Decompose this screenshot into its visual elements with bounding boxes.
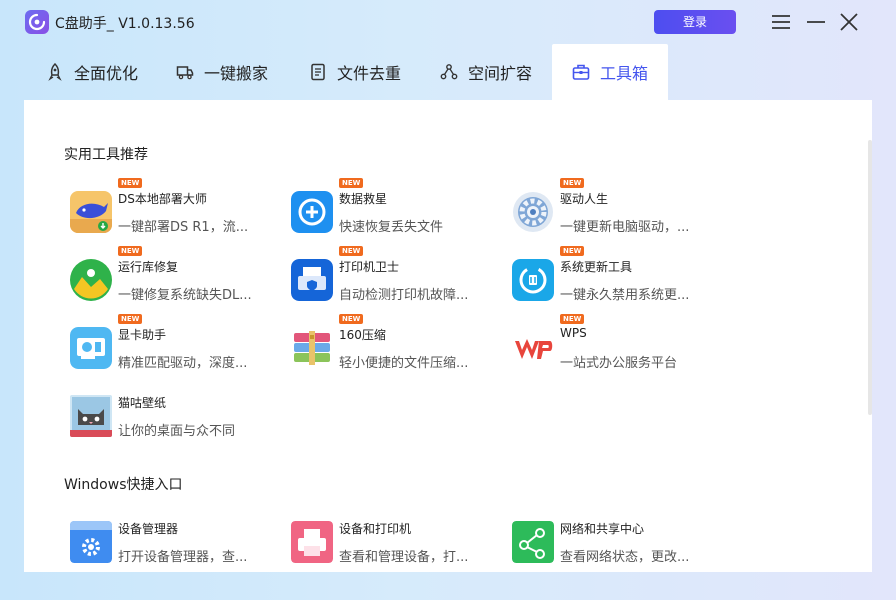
tab-optimize[interactable]: 全面优化 <box>46 44 138 100</box>
wps-icon <box>512 327 554 369</box>
tool-desc: 自动检测打印机故障... <box>339 288 469 303</box>
win-network-share[interactable]: 网络和共享中心 查看网络状态，更改... <box>506 508 716 565</box>
tool-name: WPS <box>560 326 587 340</box>
rocket-icon <box>48 63 62 81</box>
tool-data-recovery[interactable]: NEW 数据救星 快速恢复丢失文件 <box>285 178 495 235</box>
tool-name: 显卡助手 <box>118 328 167 342</box>
tool-name: 运行库修复 <box>118 260 179 274</box>
tool-name: 数据救星 <box>339 192 388 206</box>
new-badge: NEW <box>118 314 143 324</box>
device-manager-icon <box>70 521 112 563</box>
toolbox-icon <box>572 64 590 80</box>
tool-printer-guard[interactable]: NEW 打印机卫士 自动检测打印机故障... <box>285 246 495 303</box>
tab-label: 文件去重 <box>337 64 402 83</box>
tab-move[interactable]: 一键搬家 <box>176 44 268 100</box>
runtime-repair-icon <box>70 259 112 301</box>
tool-desc: 一键永久禁用系统更... <box>560 288 690 303</box>
data-recovery-icon <box>291 191 333 233</box>
new-badge: NEW <box>118 178 143 188</box>
tool-name: 系统更新工具 <box>560 260 633 274</box>
deepseek-whale-icon <box>70 191 112 233</box>
new-badge: NEW <box>118 246 143 256</box>
devices-printers-icon <box>291 521 333 563</box>
new-badge: NEW <box>560 178 585 188</box>
entry-name: 设备管理器 <box>118 522 179 536</box>
entry-desc: 打开设备管理器，查... <box>118 550 248 565</box>
scrollbar[interactable] <box>868 140 872 415</box>
menu-icon[interactable] <box>770 12 792 32</box>
close-icon[interactable] <box>838 12 860 32</box>
tool-wps[interactable]: NEW WPS 一站式办公服务平台 <box>506 314 716 371</box>
section-title-tools: 实用工具推荐 <box>64 147 148 163</box>
tool-runtime-repair[interactable]: NEW 运行库修复 一键修复系统缺失DL... <box>64 246 274 303</box>
tab-label: 全面优化 <box>74 64 139 83</box>
system-update-icon <box>512 259 554 301</box>
entry-desc: 查看网络状态，更改... <box>560 550 690 565</box>
tool-cat-wallpaper[interactable]: 猫咕壁纸 让你的桌面与众不同 <box>64 382 274 439</box>
tool-name: 打印机卫士 <box>339 260 400 274</box>
toolbox-panel: 实用工具推荐 NEW DS本地部署大师 一键部署DS R1，流... NEW 数… <box>24 100 872 572</box>
file-icon <box>311 63 325 81</box>
expand-icon <box>440 64 458 80</box>
main-tabs: 全面优化 一键搬家 文件去重 空间扩容 工具箱 <box>24 44 872 100</box>
app-logo-icon <box>25 10 49 34</box>
new-badge: NEW <box>560 314 585 324</box>
archive-books-icon <box>291 327 333 369</box>
truck-icon <box>176 66 194 80</box>
network-share-icon <box>512 521 554 563</box>
tool-160-compress[interactable]: NEW 160压缩 轻小便捷的文件压缩... <box>285 314 495 371</box>
new-badge: NEW <box>339 246 364 256</box>
new-badge: NEW <box>339 178 364 188</box>
entry-name: 设备和打印机 <box>339 522 412 536</box>
win-devices-printers[interactable]: 设备和打印机 查看和管理设备，打... <box>285 508 495 565</box>
tool-name: 猫咕壁纸 <box>118 396 167 410</box>
graphics-card-icon <box>70 327 112 369</box>
tool-desc: 一键部署DS R1，流... <box>118 220 249 235</box>
new-badge: NEW <box>560 246 585 256</box>
title-bar: C盘助手_ V1.0.13.56 登录 <box>0 0 896 44</box>
new-badge: NEW <box>339 314 364 324</box>
tab-expand[interactable]: 空间扩容 <box>440 44 532 100</box>
tool-desc: 让你的桌面与众不同 <box>118 424 236 439</box>
tab-label: 一键搬家 <box>204 64 269 83</box>
tool-driver-life[interactable]: NEW 驱动人生 一键更新电脑驱动，... <box>506 178 716 235</box>
login-button[interactable]: 登录 <box>654 10 736 34</box>
driver-gear-icon <box>512 191 554 233</box>
minimize-icon[interactable] <box>805 12 827 32</box>
tool-graphics-helper[interactable]: NEW 显卡助手 精准匹配驱动，深度... <box>64 314 274 371</box>
tool-name: 驱动人生 <box>560 192 609 206</box>
tab-label: 空间扩容 <box>468 64 533 83</box>
entry-desc: 查看和管理设备，打... <box>339 550 469 565</box>
tool-ds-deploy[interactable]: NEW DS本地部署大师 一键部署DS R1，流... <box>64 178 274 235</box>
tool-system-update[interactable]: NEW 系统更新工具 一键永久禁用系统更... <box>506 246 716 303</box>
tool-desc: 精准匹配驱动，深度... <box>118 356 248 371</box>
tool-name: DS本地部署大师 <box>118 192 207 206</box>
tool-desc: 一站式办公服务平台 <box>560 356 678 371</box>
tool-desc: 一键更新电脑驱动，... <box>560 220 690 235</box>
section-title-windows: Windows快捷入口 <box>64 477 183 493</box>
entry-name: 网络和共享中心 <box>560 522 645 536</box>
tab-label: 工具箱 <box>600 64 649 83</box>
tool-name: 160压缩 <box>339 328 386 342</box>
tool-desc: 一键修复系统缺失DL... <box>118 288 252 303</box>
tool-desc: 快速恢复丢失文件 <box>339 220 444 235</box>
cat-wallpaper-icon <box>70 395 112 437</box>
printer-guard-icon <box>291 259 333 301</box>
tab-toolbox[interactable]: 工具箱 <box>552 44 669 100</box>
win-device-manager[interactable]: 设备管理器 打开设备管理器，查... <box>64 508 274 565</box>
tool-desc: 轻小便捷的文件压缩... <box>339 356 469 371</box>
app-title: C盘助手_ V1.0.13.56 <box>55 16 195 32</box>
tab-dedupe[interactable]: 文件去重 <box>309 44 401 100</box>
